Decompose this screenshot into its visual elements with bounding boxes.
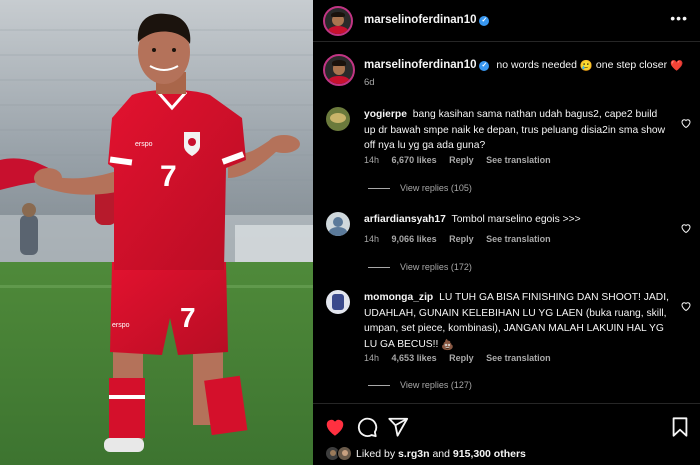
commenter-avatar[interactable] bbox=[326, 107, 350, 131]
author-username[interactable]: marselinoferdinan10 ✓ bbox=[364, 14, 490, 26]
comment-meta: 14h 4,653 likes Reply See translation bbox=[364, 353, 561, 363]
poop-emoji: 💩 bbox=[441, 339, 455, 351]
commenter-username[interactable]: momonga_zip bbox=[364, 292, 433, 303]
likes-text[interactable]: Liked by s.rg3n and 915,300 others bbox=[356, 448, 526, 460]
verified-badge-icon: ✓ bbox=[479, 61, 490, 71]
comment-time: 14h bbox=[364, 353, 380, 363]
commenter-username[interactable]: arfiardiansyah17 bbox=[364, 214, 446, 225]
caption-text: no words needed bbox=[496, 59, 577, 71]
caption-tail: one step closer bbox=[595, 59, 668, 71]
more-options-icon[interactable]: ••• bbox=[670, 10, 688, 26]
commenter-username[interactable]: yogierpe bbox=[364, 109, 407, 120]
action-bar bbox=[313, 403, 700, 447]
comment-body: arfiardiansyah17 Tombol marselino egois … bbox=[364, 212, 669, 228]
comment-time: 14h bbox=[364, 234, 380, 244]
comment-body: yogierpe bang kasihan sama nathan udah b… bbox=[364, 107, 669, 154]
view-replies-label[interactable]: View replies (127) bbox=[400, 380, 472, 390]
view-replies-label[interactable]: View replies (105) bbox=[400, 183, 472, 193]
view-replies-button[interactable]: View replies (172) bbox=[368, 262, 472, 272]
liker-username[interactable]: s.rg3n bbox=[398, 448, 430, 460]
see-translation-link[interactable]: See translation bbox=[486, 155, 551, 165]
comment-text: Tombol marselino egois >>> bbox=[451, 214, 581, 225]
comment-body: momonga_zip LU TUH GA BISA FINISHING DAN… bbox=[364, 290, 669, 353]
see-translation-link[interactable]: See translation bbox=[486, 353, 551, 363]
commenter-avatar[interactable] bbox=[326, 290, 350, 314]
reply-button[interactable]: Reply bbox=[449, 155, 474, 165]
likes-count[interactable]: 915,300 others bbox=[453, 448, 526, 460]
comment-meta: 14h 6,670 likes Reply See translation bbox=[364, 155, 561, 165]
post-photo[interactable]: 7 7 erspo erspo bbox=[0, 0, 313, 465]
view-replies-button[interactable]: View replies (105) bbox=[368, 183, 472, 193]
smile-tear-emoji: 🥲 bbox=[579, 60, 593, 72]
sponsor-logo-shorts: erspo bbox=[112, 322, 130, 329]
caption-avatar[interactable] bbox=[323, 54, 355, 86]
shorts-number: 7 bbox=[180, 302, 196, 333]
comment-text: bang kasihan sama nathan udah bagus2, ca… bbox=[364, 109, 666, 151]
bookmark-icon[interactable] bbox=[669, 416, 691, 438]
comment-meta: 14h 9,066 likes Reply See translation bbox=[364, 234, 561, 244]
liked-by-prefix: Liked by bbox=[356, 448, 396, 460]
heart-filled-icon[interactable] bbox=[324, 416, 346, 438]
red-heart-emoji: ❤️ bbox=[670, 60, 684, 72]
share-icon[interactable] bbox=[387, 416, 409, 438]
post-side-panel: marselinoferdinan10 ✓ ••• marselinoferdin… bbox=[313, 0, 700, 465]
like-comment-heart-icon[interactable] bbox=[680, 117, 692, 129]
view-replies-button[interactable]: View replies (127) bbox=[368, 380, 472, 390]
commenter-avatar[interactable] bbox=[326, 212, 350, 236]
likes-conj: and bbox=[432, 448, 450, 460]
author-username-text[interactable]: marselinoferdinan10 bbox=[364, 14, 476, 26]
like-comment-heart-icon[interactable] bbox=[680, 222, 692, 234]
sponsor-logo: erspo bbox=[135, 141, 153, 148]
caption-username[interactable]: marselinoferdinan10 bbox=[364, 59, 476, 71]
post-time: 6d bbox=[364, 77, 375, 88]
comment-likes[interactable]: 6,670 likes bbox=[392, 155, 437, 165]
liker-avatar[interactable] bbox=[337, 446, 352, 461]
comment-likes[interactable]: 4,653 likes bbox=[392, 353, 437, 363]
like-comment-heart-icon[interactable] bbox=[680, 300, 692, 312]
author-avatar[interactable] bbox=[323, 6, 353, 36]
see-translation-link[interactable]: See translation bbox=[486, 234, 551, 244]
comment-time: 14h bbox=[364, 155, 380, 165]
player-photo-illustration bbox=[0, 0, 313, 465]
caption-line: marselinoferdinan10 ✓ no words needed 🥲 o… bbox=[364, 59, 683, 72]
verified-badge-icon: ✓ bbox=[479, 16, 490, 26]
jersey-number: 7 bbox=[160, 160, 177, 193]
comment-likes[interactable]: 9,066 likes bbox=[392, 234, 437, 244]
replies-divider bbox=[368, 385, 390, 387]
replies-divider bbox=[368, 267, 390, 269]
replies-divider bbox=[368, 188, 390, 190]
comment-icon[interactable] bbox=[356, 416, 378, 438]
reply-button[interactable]: Reply bbox=[449, 234, 474, 244]
reply-button[interactable]: Reply bbox=[449, 353, 474, 363]
post-header: marselinoferdinan10 ✓ ••• bbox=[313, 0, 700, 42]
view-replies-label[interactable]: View replies (172) bbox=[400, 262, 472, 272]
